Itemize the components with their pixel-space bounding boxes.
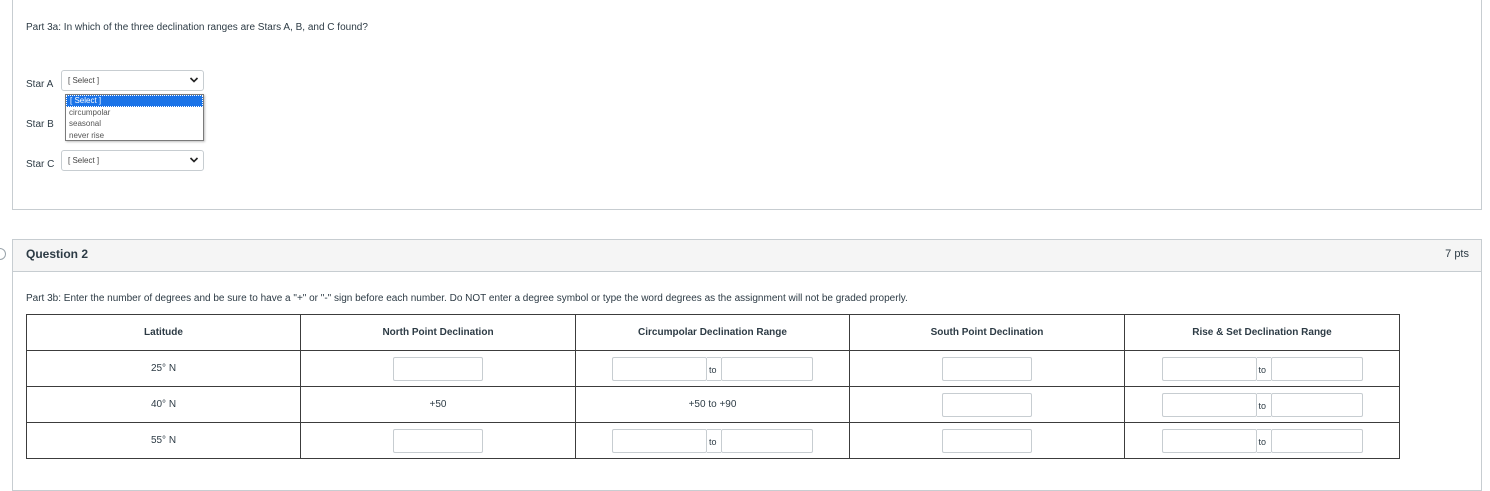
star-a-label: Star A <box>26 79 54 90</box>
header-circumpolar: Circumpolar Declination Range <box>575 314 850 351</box>
question-1-prompt: Part 3a: In which of the three declinati… <box>26 22 368 33</box>
range-to-label: to <box>1256 356 1271 381</box>
rise-set-from-input[interactable] <box>1161 428 1257 453</box>
star-b-label: Star B <box>26 119 54 130</box>
rise-set-cell: to <box>1124 386 1400 423</box>
rise-set-cell: to <box>1124 422 1400 459</box>
dropdown-option-select[interactable]: [ Select ] <box>66 95 203 107</box>
circumpolar-from-input[interactable] <box>612 428 707 453</box>
circumpolar-to-input[interactable] <box>721 428 813 453</box>
star-c-select[interactable]: [ Select ] <box>61 150 204 171</box>
circumpolar-value: +50 to +90 <box>575 386 850 423</box>
star-a-dropdown-list[interactable]: [ Select ] circumpolar seasonal never ri… <box>65 94 204 141</box>
rise-set-from-input[interactable] <box>1161 356 1257 381</box>
range-to-label: to <box>707 356 721 381</box>
question-2-points: 7 pts <box>1445 248 1469 260</box>
star-a-selected-value: [ Select ] <box>68 76 100 85</box>
range-to-label: to <box>707 428 721 453</box>
star-a-select[interactable]: [ Select ] <box>61 70 204 91</box>
star-c-selected-value: [ Select ] <box>68 156 100 165</box>
table-row: 25° N to to <box>26 350 1400 387</box>
latitude-cell: 40° N <box>26 386 301 423</box>
range-to-label: to <box>1256 392 1271 417</box>
chevron-down-icon <box>189 77 199 83</box>
rise-set-to-input[interactable] <box>1270 428 1363 453</box>
chevron-down-icon <box>189 157 199 163</box>
star-c-label: Star C <box>26 159 55 170</box>
south-point-cell <box>849 386 1125 423</box>
header-latitude: Latitude <box>26 314 301 351</box>
header-north-point: North Point Declination <box>300 314 576 351</box>
rise-set-to-input[interactable] <box>1270 392 1363 417</box>
north-point-input[interactable] <box>393 356 483 381</box>
question-1-panel: Part 3a: In which of the three declinati… <box>12 0 1482 210</box>
south-point-cell <box>849 350 1125 387</box>
north-point-input[interactable] <box>393 428 483 453</box>
circumpolar-cell: to <box>575 422 850 459</box>
latitude-cell: 55° N <box>26 422 301 459</box>
question-2-title: Question 2 <box>26 247 89 261</box>
range-to-label: to <box>1256 428 1271 453</box>
circumpolar-range: to <box>612 356 813 381</box>
circumpolar-range: to <box>612 428 813 453</box>
rise-set-from-input[interactable] <box>1161 392 1257 417</box>
table-row: 55° N to to <box>26 422 1400 459</box>
south-point-input[interactable] <box>942 392 1032 417</box>
south-point-input[interactable] <box>942 428 1032 453</box>
south-point-cell <box>849 422 1125 459</box>
circumpolar-cell: to <box>575 350 850 387</box>
rise-set-to-input[interactable] <box>1270 356 1363 381</box>
header-rise-set: Rise & Set Declination Range <box>1124 314 1400 351</box>
circumpolar-from-input[interactable] <box>612 356 707 381</box>
question-2-prompt: Part 3b: Enter the number of degrees and… <box>26 293 908 304</box>
question-2-header: Question 2 7 pts <box>13 240 1481 272</box>
table-header-row: Latitude North Point Declination Circump… <box>26 314 1400 351</box>
declination-table: Latitude North Point Declination Circump… <box>26 314 1400 459</box>
dropdown-option-never-rise[interactable]: never rise <box>66 130 203 142</box>
question-status-icon <box>0 248 6 260</box>
north-point-value: +50 <box>300 386 576 423</box>
south-point-input[interactable] <box>942 356 1032 381</box>
dropdown-option-circumpolar[interactable]: circumpolar <box>66 107 203 119</box>
latitude-cell: 25° N <box>26 350 301 387</box>
header-south-point: South Point Declination <box>849 314 1125 351</box>
rise-set-cell: to <box>1124 350 1400 387</box>
dropdown-option-seasonal[interactable]: seasonal <box>66 118 203 130</box>
rise-set-range: to <box>1161 428 1363 453</box>
rise-set-range: to <box>1161 356 1363 381</box>
north-point-cell <box>300 350 576 387</box>
rise-set-range: to <box>1161 392 1363 417</box>
circumpolar-to-input[interactable] <box>721 356 813 381</box>
north-point-cell <box>300 422 576 459</box>
table-row: 40° N +50 +50 to +90 to <box>26 386 1400 423</box>
